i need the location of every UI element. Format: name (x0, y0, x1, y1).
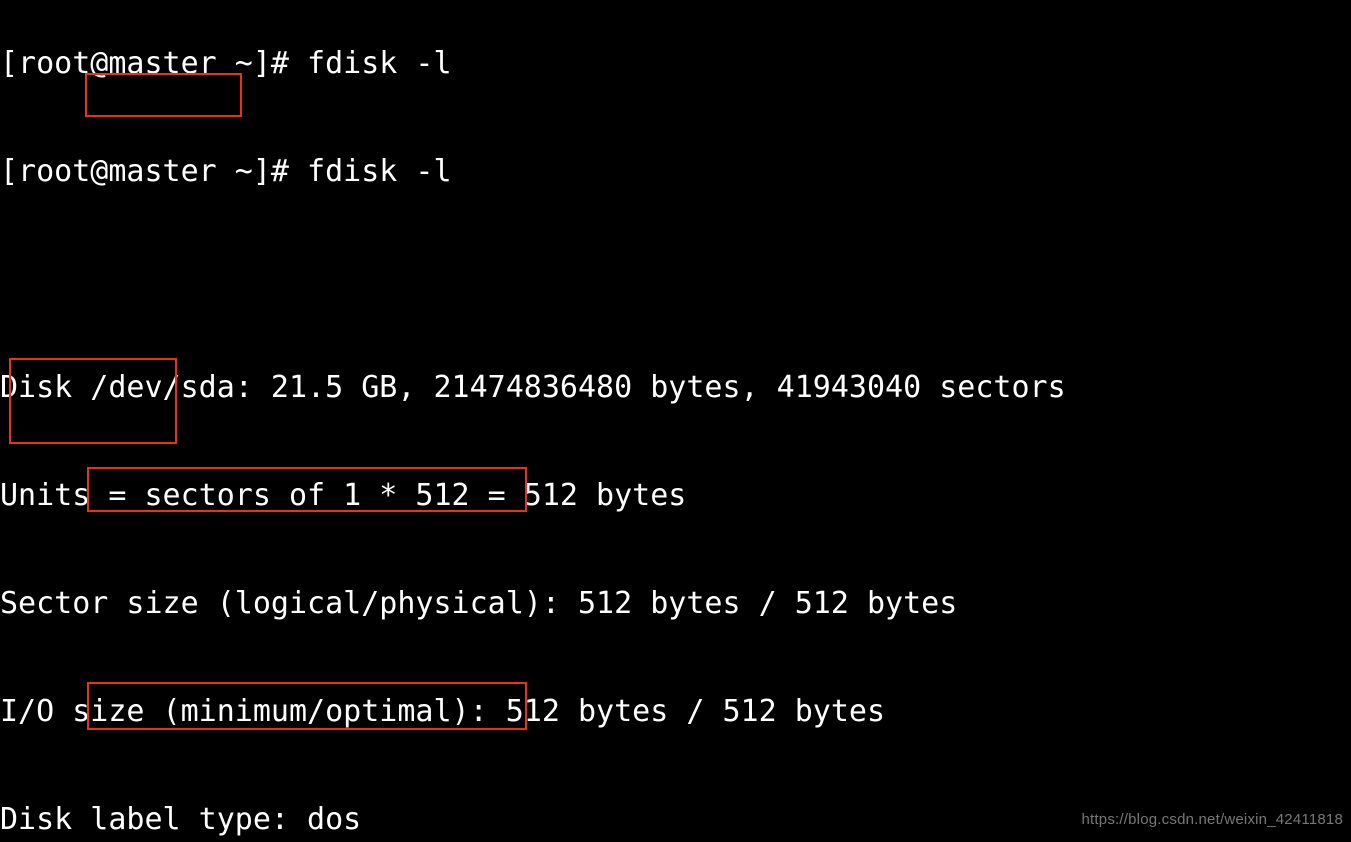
terminal-line-sda-sector-size: Sector size (logical/physical): 512 byte… (0, 586, 958, 621)
terminal-line-sda-io-size: I/O size (minimum/optimal): 512 bytes / … (0, 694, 886, 729)
terminal-window[interactable]: [root@master ~]# fdisk -l [root@master ~… (0, 0, 1351, 842)
terminal-line-disk-sda: Disk /dev/sda: 21.5 GB, 21474836480 byte… (0, 370, 1066, 405)
watermark-url: https://blog.csdn.net/weixin_42411818 (1081, 811, 1343, 828)
terminal-line-prompt: [root@master ~]# fdisk -l (0, 154, 452, 189)
terminal-line-blank-1 (0, 262, 1351, 298)
terminal-line-sda-units: Units = sectors of 1 * 512 = 512 bytes (0, 478, 687, 513)
terminal-line-clipped-top: [root@master ~]# fdisk -l (0, 46, 452, 81)
terminal-output[interactable]: [root@master ~]# fdisk -l [root@master ~… (0, 0, 1351, 842)
